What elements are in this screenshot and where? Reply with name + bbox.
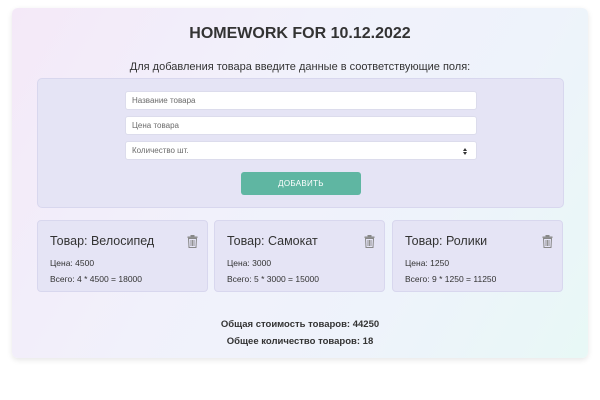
- trash-icon[interactable]: [187, 235, 198, 248]
- add-product-button[interactable]: ДОБАВИТЬ: [241, 172, 361, 195]
- product-total: Всего: 9 * 1250 = 11250: [405, 274, 497, 284]
- page-title: HOMEWORK FOR 10.12.2022: [189, 25, 411, 42]
- product-price: Цена: 1250: [405, 258, 450, 268]
- product-price: Цена: 4500: [50, 258, 95, 268]
- product-card: Товар: Самокат Цена: 3000 Всего: 5 * 300…: [214, 220, 385, 292]
- summary-total-count: Общее количество товаров: 18: [226, 336, 374, 347]
- product-card: Товар: Ролики Цена: 1250 Всего: 9 * 1250…: [392, 220, 563, 292]
- add-product-form: ДОБАВИТЬ: [37, 78, 564, 208]
- summary-total-cost: Общая стоимость товаров: 44250: [220, 319, 380, 330]
- product-total: Всего: 5 * 3000 = 15000: [227, 274, 320, 284]
- stepper-up-icon[interactable]: [463, 147, 467, 151]
- product-title: Товар: Ролики: [405, 234, 488, 248]
- trash-icon[interactable]: [542, 235, 553, 248]
- homework-card: HOMEWORK FOR 10.12.2022 Для добавления т…: [12, 8, 588, 358]
- product-total: Всего: 4 * 4500 = 18000: [50, 274, 143, 284]
- trash-icon[interactable]: [364, 235, 375, 248]
- product-title: Товар: Самокат: [227, 234, 318, 248]
- product-price: Цена: 3000: [227, 258, 272, 268]
- quantity-stepper[interactable]: [460, 145, 470, 157]
- stepper-down-icon[interactable]: [463, 151, 467, 155]
- form-hint: Для добавления товара введите данные в с…: [129, 61, 471, 73]
- product-price-input[interactable]: [125, 116, 477, 135]
- product-quantity-input[interactable]: [125, 141, 477, 160]
- product-name-input[interactable]: [125, 91, 477, 110]
- product-card: Товар: Велосипед Цена: 4500 Всего: 4 * 4…: [37, 220, 208, 292]
- product-title: Товар: Велосипед: [50, 234, 155, 248]
